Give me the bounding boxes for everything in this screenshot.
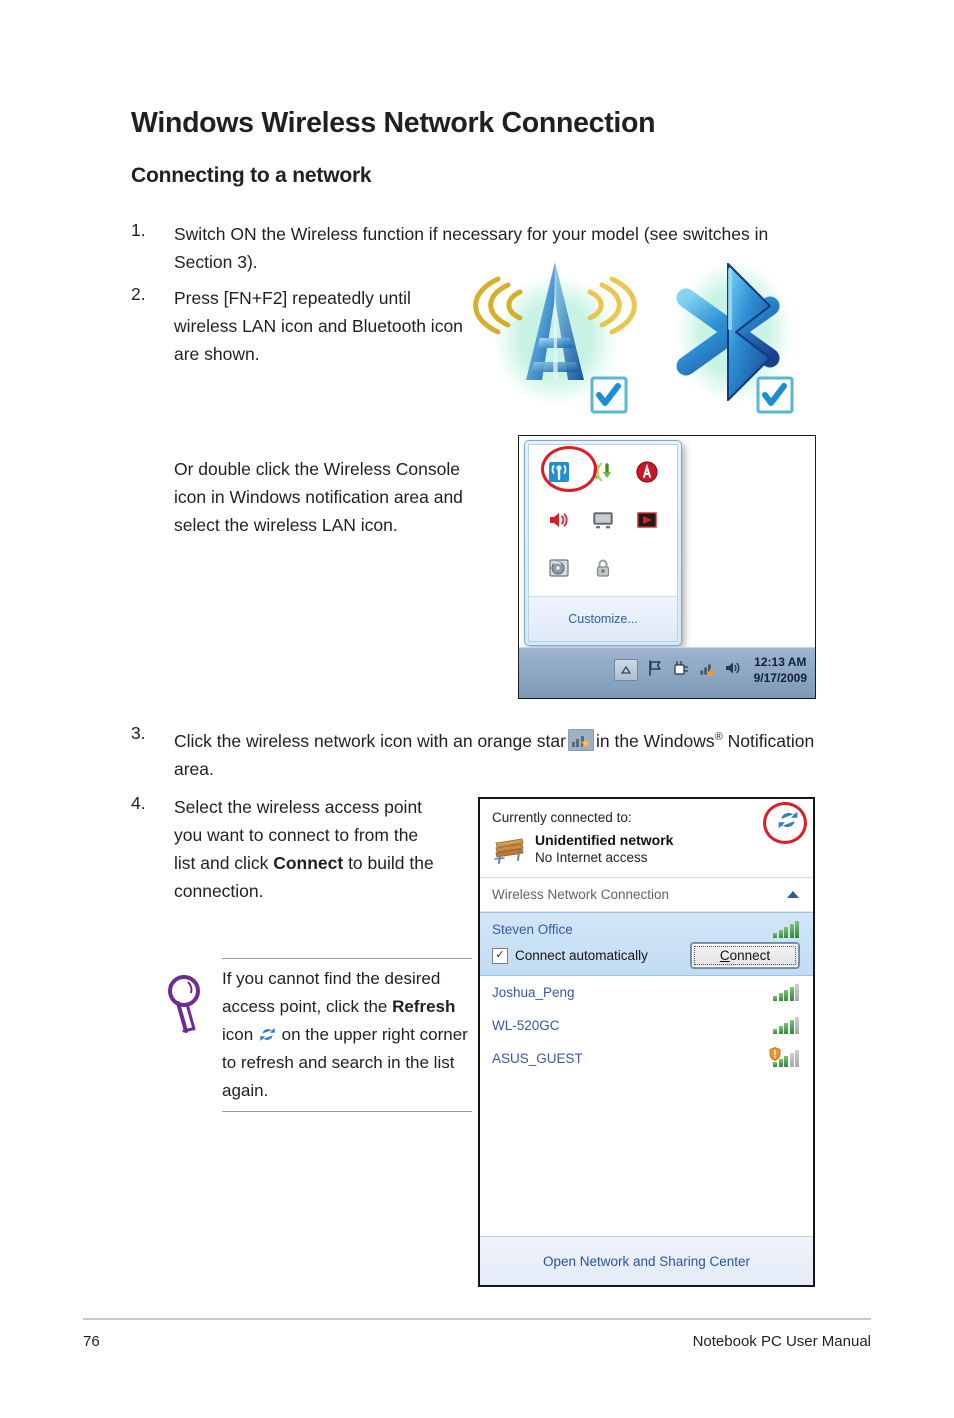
secured-network-shield-icon bbox=[769, 1047, 781, 1061]
step-4-text: Select the wireless access point you wan… bbox=[174, 793, 442, 905]
customize-link[interactable]: Customize... bbox=[529, 596, 677, 641]
note-text-mid: icon bbox=[222, 1025, 258, 1044]
wireless-and-bluetooth-illustration bbox=[473, 260, 794, 414]
tray-overflow-popup: Customize... bbox=[524, 440, 682, 646]
step-4-number: 4. bbox=[131, 793, 146, 813]
tray-icon-grid bbox=[529, 445, 677, 596]
step-1-number: 1. bbox=[131, 220, 146, 240]
currently-connected-label: Currently connected to: bbox=[492, 810, 632, 825]
connected-network-row: Unidentified network No Internet access bbox=[492, 831, 801, 867]
wireless-networks-flyout: Currently connected to: Unidentified net… bbox=[478, 797, 815, 1287]
note-inner: If you cannot find the desired access po… bbox=[152, 959, 472, 1111]
step-4-bold-connect: Connect bbox=[273, 853, 344, 873]
adapter-label: Wireless Network Connection bbox=[492, 887, 670, 902]
safely-remove-hardware-icon[interactable] bbox=[672, 659, 690, 682]
section-title: Connecting to a network bbox=[131, 164, 372, 187]
step-3-text-before: Click the wireless network icon with an … bbox=[174, 730, 566, 751]
list-item[interactable]: ASUS_GUEST bbox=[480, 1042, 813, 1075]
taskbar-clock[interactable]: 12:13 AM 9/17/2009 bbox=[750, 654, 807, 686]
page-number: 76 bbox=[83, 1333, 100, 1350]
network-ssid: Joshua_Peng bbox=[492, 985, 575, 1000]
connected-network-status: No Internet access bbox=[535, 850, 648, 865]
wireless-console-icon[interactable] bbox=[547, 460, 571, 489]
manual-page: Windows Wireless Network Connection Conn… bbox=[0, 0, 954, 1418]
signal-strength-icon bbox=[773, 984, 799, 1001]
wireless-network-star-icon-inline bbox=[567, 728, 594, 751]
action-center-flag-icon[interactable] bbox=[646, 659, 664, 682]
connect-automatically-label: Connect automatically bbox=[515, 948, 648, 963]
taskbar-tray: 12:13 AM 9/17/2009 bbox=[613, 654, 807, 686]
network-download-icon[interactable] bbox=[591, 460, 615, 489]
currently-connected-section: Currently connected to: Unidentified net… bbox=[480, 799, 813, 878]
chevron-up-icon[interactable] bbox=[787, 891, 799, 898]
step-3-number: 3. bbox=[131, 723, 146, 743]
step-3-text-after: in the Windows bbox=[595, 730, 715, 751]
connect-button[interactable]: Connect bbox=[691, 943, 799, 968]
network-ssid: ASUS_GUEST bbox=[492, 1051, 583, 1066]
registered-symbol: ® bbox=[714, 731, 723, 743]
volume-icon[interactable] bbox=[724, 659, 742, 682]
network-ssid: Steven Office bbox=[492, 922, 573, 937]
show-hidden-icons-button[interactable] bbox=[613, 659, 638, 681]
note-text: If you cannot find the desired access po… bbox=[222, 965, 472, 1105]
display-icon[interactable] bbox=[591, 508, 615, 537]
network-list: Steven Office ✓ Connect automatically Co… bbox=[480, 912, 813, 1236]
magnifier-icon bbox=[164, 973, 210, 1037]
open-network-sharing-center-link[interactable]: Open Network and Sharing Center bbox=[480, 1236, 813, 1285]
wireless-network-star-icon[interactable] bbox=[698, 659, 716, 682]
list-item[interactable]: WL-520GC bbox=[480, 1009, 813, 1042]
list-item[interactable]: Steven Office ✓ Connect automatically Co… bbox=[480, 912, 813, 976]
media-icon[interactable] bbox=[635, 508, 659, 537]
page-title: Windows Wireless Network Connection bbox=[131, 107, 656, 139]
connect-button-accesskey: C bbox=[719, 948, 730, 963]
connect-automatically-checkbox[interactable]: ✓ bbox=[492, 947, 508, 964]
notification-area-screenshot: Customize... 12:13 AM 9/17/2009 bbox=[518, 435, 816, 699]
adapter-section-header[interactable]: Wireless Network Connection bbox=[480, 878, 813, 912]
lock-icon[interactable] bbox=[591, 556, 615, 585]
note-bottom-rule bbox=[222, 1111, 472, 1112]
unidentified-network-bench-icon bbox=[492, 834, 526, 864]
connected-network-name: Unidentified network bbox=[535, 832, 674, 848]
clock-time: 12:13 AM bbox=[754, 655, 807, 669]
list-item[interactable]: Joshua_Peng bbox=[480, 976, 813, 1009]
connected-network-info: Unidentified network No Internet access bbox=[535, 831, 673, 867]
security-alert-icon[interactable] bbox=[635, 460, 659, 489]
step-2-number: 2. bbox=[131, 284, 146, 304]
refresh-button[interactable] bbox=[777, 809, 799, 831]
tip-note-box: If you cannot find the desired access po… bbox=[152, 958, 472, 1112]
disk-icon[interactable] bbox=[547, 556, 571, 585]
step-2-text: Press [FN+F2] repeatedly until wireless … bbox=[174, 288, 463, 364]
signal-strength-icon bbox=[773, 921, 799, 938]
footer-divider bbox=[83, 1318, 871, 1320]
signal-strength-icon bbox=[769, 1047, 799, 1067]
network-ssid: WL-520GC bbox=[492, 1018, 560, 1033]
connect-automatically-row[interactable]: ✓ Connect automatically bbox=[492, 947, 648, 964]
manual-title-footer: Notebook PC User Manual bbox=[692, 1333, 871, 1350]
step-3-text: Click the wireless network icon with an … bbox=[174, 723, 822, 783]
hero-icons-group bbox=[472, 252, 832, 427]
tray-popup-inner: Customize... bbox=[528, 444, 678, 642]
clock-date: 9/17/2009 bbox=[753, 671, 807, 685]
signal-strength-icon bbox=[773, 1017, 799, 1034]
network-row-actions: ✓ Connect automatically Connect bbox=[492, 943, 799, 971]
or-paragraph: Or double click the Wireless Console ico… bbox=[174, 459, 463, 535]
note-bold-refresh: Refresh bbox=[392, 997, 456, 1016]
refresh-icon-inline bbox=[259, 1024, 276, 1041]
volume-mute-icon[interactable] bbox=[547, 508, 571, 537]
network-row-top: Steven Office bbox=[492, 921, 799, 938]
windows-taskbar: 12:13 AM 9/17/2009 bbox=[519, 647, 815, 698]
